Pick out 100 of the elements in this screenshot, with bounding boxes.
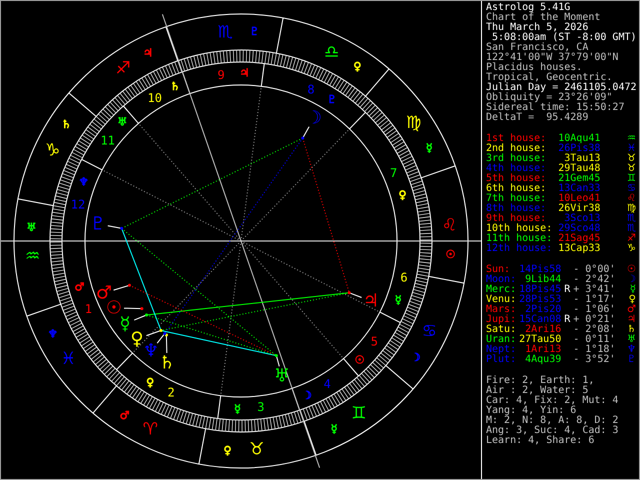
house-cusp-position: 3Sco13 [564, 214, 600, 224]
info-line: Obliquity = 23°26'09" [486, 93, 612, 103]
sign-glyph: ♋ [626, 184, 637, 194]
planet-glyph: ♆ [142, 340, 160, 362]
house-label: 12th house: [486, 244, 552, 254]
retrograde-mark: R [564, 284, 570, 295]
planet-position: 15Can08 [519, 315, 562, 325]
house-number: 6 [400, 270, 408, 284]
house-label: 7th house: [486, 194, 548, 204]
house-label: 2nd house: [486, 144, 548, 154]
element-summary-line: Learn: 4, Share: 6 [486, 436, 596, 446]
house-cusp-position: 29Sco48 [558, 224, 600, 234]
house-number: 12 [70, 198, 86, 212]
planet-glyph: ☽ [306, 108, 322, 128]
house-label: 8th house: [486, 204, 548, 214]
element-summary-line: Fire: 2, Earth: 1, [486, 376, 596, 386]
planet-glyph: ♅ [626, 335, 637, 345]
house-number: 9 [218, 68, 225, 82]
sign-glyph: ♏ [626, 214, 637, 224]
planet-offset: - 1°17' [573, 295, 616, 305]
ruler-glyph: ♀ [146, 376, 154, 389]
zodiac-sign-glyph: ♋ [422, 322, 437, 342]
house-cusp-position: 3Tau13 [564, 154, 600, 164]
zodiac-sign-glyph: ♐ [116, 58, 131, 78]
house-cusp-position: 29Tau48 [558, 164, 600, 174]
zodiac-sign-glyph: ♏ [218, 22, 233, 43]
house-label: 6th house: [486, 184, 548, 194]
element-summary-line: M: 2, N: 8, A: 8, D: 2 [486, 416, 620, 426]
info-line: 122°41'00"W 37°79'00"N [486, 53, 620, 63]
ruler-glyph: ♆ [48, 328, 58, 341]
ruler-glyph: ♇ [250, 24, 260, 38]
info-line: San Francisco, CA [486, 43, 588, 53]
ruler-glyph: ♀ [353, 60, 362, 73]
planet-offset: - 1°18' [573, 345, 616, 355]
sign-glyph: ♓ [626, 144, 637, 154]
planet-name: Venu: [486, 295, 516, 305]
planet-glyph: ♇ [90, 214, 106, 234]
planet-position: 2Pis20 [525, 305, 562, 315]
zodiac-sign-glyph: ♈ [142, 419, 158, 440]
sign-glyph: ♊ [626, 174, 637, 184]
planet-offset: - 0°00' [573, 265, 616, 275]
element-summary-line: Car: 4, Fix: 2, Mut: 4 [486, 396, 620, 406]
sign-glyph: ♉ [626, 164, 637, 174]
zodiac-sign-glyph: ♊ [351, 404, 366, 424]
house-number: 4 [324, 377, 331, 391]
house-number: 1 [84, 302, 92, 316]
info-line: Sidereal time: 15:50:27 [486, 103, 626, 113]
planet-offset: + 3°41' [573, 285, 616, 295]
element-summary-line: Ang: 3, Suc: 4, Cad: 3 [486, 426, 620, 436]
planet-name: Plut: [486, 355, 516, 365]
zodiac-sign-glyph: ♉ [249, 439, 264, 460]
zodiac-sign-glyph: ♌ [442, 215, 458, 236]
sign-glyph: ♍ [626, 204, 637, 214]
ruler-glyph: ☽ [302, 389, 312, 402]
house-label: 10th house: [486, 224, 552, 234]
planet-position: 18Pis45 [519, 285, 562, 295]
house-number: 8 [307, 82, 315, 96]
ruler-glyph: ♄ [170, 80, 180, 93]
planet-offset: - 0°11' [573, 335, 616, 345]
planet-name: Sun: [486, 265, 510, 275]
house-number: 10 [148, 91, 162, 105]
planet-glyph: ☽ [626, 275, 637, 285]
ruler-glyph: ♂ [74, 280, 84, 294]
zodiac-sign-glyph: ♒ [24, 246, 40, 267]
house-cusp-position: 13Can33 [558, 184, 600, 194]
planet-glyph: ♄ [158, 352, 176, 374]
planet-position: 27Tau50 [519, 335, 562, 345]
ruler-glyph: ♅ [117, 116, 128, 129]
retrograde-mark: R [564, 314, 570, 325]
house-label: 4th house: [486, 164, 548, 174]
planet-glyph: ♅ [274, 366, 290, 386]
sign-glyph: ♉ [626, 154, 637, 164]
house-label: 11th house: [486, 234, 552, 244]
planet-offset: - 2°42' [573, 275, 616, 285]
info-line: 5:08:00am (ST -8:00 GMT) [492, 33, 638, 43]
zodiac-sign-glyph: ♑ [45, 140, 60, 160]
ruler-glyph: ♀ [223, 444, 232, 458]
info-line: Chart of the Moment [486, 13, 602, 23]
planet-position: 2Ari16 [525, 325, 562, 335]
planet-offset: - 2°08' [573, 325, 616, 335]
ruler-glyph: ☉ [446, 248, 456, 261]
ruler-glyph: ☿ [394, 294, 402, 307]
element-summary-line: Air : 2, Water: 5 [486, 386, 588, 396]
sign-glyph: ♏ [626, 224, 637, 234]
house-number: 3 [257, 400, 264, 414]
house-label: 1st house: [486, 134, 548, 144]
planet-glyph: ☿ [628, 285, 637, 295]
house-cusp-position: 13Cap33 [558, 244, 600, 254]
ruler-glyph: ♅ [26, 221, 36, 234]
planet-glyph: ♃ [362, 290, 380, 312]
house-cusp-position: 21Gem45 [558, 174, 600, 184]
planet-position: 1Ari13 [524, 345, 562, 355]
sign-glyph: ♌ [626, 194, 637, 204]
ruler-glyph: ♆ [78, 175, 89, 188]
planet-position: 14Pis58 [519, 265, 562, 275]
planet-position: 9Lib44 [525, 275, 562, 285]
ruler-glyph: ♃ [142, 46, 153, 60]
house-label: 9th house: [486, 214, 546, 224]
zodiac-sign-glyph: ♎ [324, 42, 340, 63]
planet-name: Mars: [486, 305, 516, 315]
